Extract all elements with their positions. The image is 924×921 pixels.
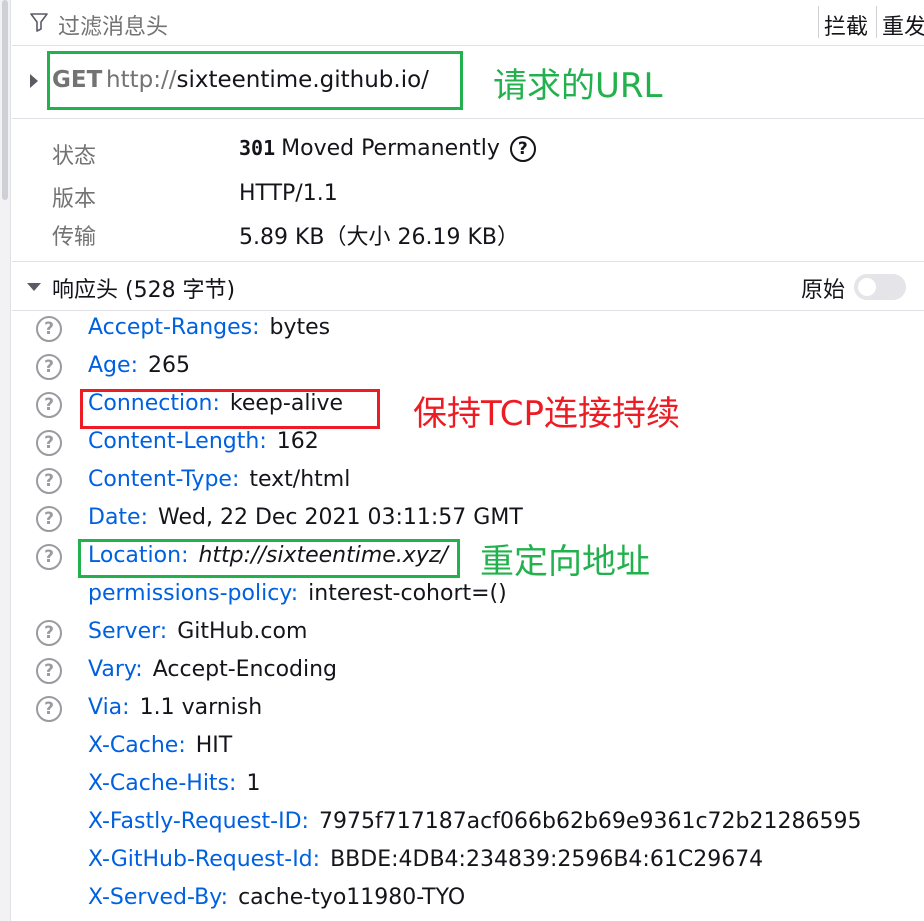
- help-icon[interactable]: ?: [36, 316, 62, 342]
- header-value: BBDE:4DB4:234839:2596B4:61C29674: [330, 847, 764, 872]
- connection-annotation-box: [80, 389, 380, 429]
- header-value: cache-tyo11980-TYO: [238, 885, 466, 910]
- header-name: X-Fastly-Request-ID: [88, 809, 302, 834]
- header-row: X-Fastly-Request-ID: 7975f717187acf066b62…: [88, 809, 862, 834]
- header-row: ? Server: GitHub.com: [12, 614, 924, 652]
- expand-arrow-icon[interactable]: [30, 74, 38, 88]
- resend-button[interactable]: 重发: [882, 9, 924, 41]
- url-annotation-label: 请求的URL: [493, 66, 663, 106]
- help-icon[interactable]: ?: [36, 544, 62, 570]
- status-value: 301 Moved Permanently?: [239, 136, 536, 162]
- header-row: ? Via: 1.1 varnish: [12, 690, 924, 728]
- status-block: 状态 301 Moved Permanently? 版本 HTTP/1.1 传输 …: [12, 119, 924, 262]
- collapse-arrow-icon[interactable]: [27, 283, 41, 291]
- header-value: Accept-Encoding: [152, 657, 338, 682]
- header-row: X-Served-By: cache-tyo11980-TYO: [88, 885, 466, 910]
- left-scrollbar[interactable]: [0, 0, 11, 921]
- header-value: 265: [147, 353, 190, 378]
- transfer-value: 5.89 KB（大小 26.19 KB）: [239, 225, 519, 250]
- filter-headers-input[interactable]: 过滤消息头: [58, 9, 168, 41]
- header-name: Vary: [88, 657, 136, 682]
- header-row: permissions-policy: interest-cohort=(): [88, 581, 507, 606]
- header-value: Wed, 22 Dec 2021 03:11:57 GMT: [158, 505, 523, 530]
- header-name: Accept-Ranges: [88, 315, 253, 340]
- help-icon[interactable]: ?: [36, 430, 62, 456]
- header-name: Content-Type: [88, 467, 232, 492]
- help-icon[interactable]: ?: [36, 354, 62, 380]
- header-row: X-Cache-Hits: 1: [88, 771, 261, 796]
- raw-label: 原始: [801, 278, 846, 303]
- toolbar-divider: [818, 6, 819, 38]
- status-text: Moved Permanently: [281, 136, 500, 161]
- header-row: X-GitHub-Request-Id: BBDE:4DB4:234839:259…: [88, 847, 764, 872]
- header-name: X-GitHub-Request-Id: [88, 847, 313, 872]
- help-icon[interactable]: ?: [36, 620, 62, 646]
- header-value: text/html: [249, 467, 351, 492]
- location-annotation-label: 重定向地址: [480, 542, 650, 582]
- response-headers-title: 响应头 (528 字节): [52, 278, 236, 303]
- left-scrollbar-thumb[interactable]: [2, 0, 8, 200]
- help-icon[interactable]: ?: [36, 658, 62, 684]
- transfer-label: 传输: [52, 225, 97, 250]
- header-value: HIT: [195, 733, 233, 758]
- filter-icon: [30, 13, 48, 32]
- help-icon[interactable]: ?: [36, 506, 62, 532]
- header-row: ? Accept-Ranges: bytes: [12, 310, 924, 348]
- header-name: X-Served-By: [88, 885, 221, 910]
- connection-annotation-label: 保持TCP连接持续: [413, 394, 681, 434]
- header-name: Date: [88, 505, 141, 530]
- url-annotation-box: [47, 51, 463, 110]
- location-annotation-box: [78, 539, 460, 578]
- help-icon[interactable]: ?: [36, 696, 62, 722]
- header-name: X-Cache-Hits: [88, 771, 230, 796]
- header-value: 1.1 varnish: [139, 695, 263, 720]
- block-button[interactable]: 拦截: [824, 9, 868, 41]
- header-value: GitHub.com: [177, 619, 308, 644]
- header-row: ? Age: 265: [12, 348, 924, 386]
- header-name: X-Cache: [88, 733, 179, 758]
- header-name: permissions-policy: [88, 581, 291, 606]
- header-value: 1: [246, 771, 261, 796]
- help-icon[interactable]: ?: [509, 136, 536, 162]
- header-name: Content-Length: [88, 429, 260, 454]
- header-name: Age: [88, 353, 131, 378]
- network-details-panel: 过滤消息头 拦截 重发 GET http://sixteentime.githu…: [12, 0, 924, 921]
- header-value: interest-cohort=(): [308, 581, 507, 606]
- toggle-knob: [858, 278, 876, 296]
- header-row: ? Date: Wed, 22 Dec 2021 03:11:57 GMT: [12, 500, 924, 538]
- header-row: X-Cache: HIT: [88, 733, 233, 758]
- header-row: ? Vary: Accept-Encoding: [12, 652, 924, 690]
- filter-bar: 过滤消息头 拦截 重发: [12, 0, 924, 46]
- help-icon[interactable]: ?: [36, 468, 62, 494]
- help-icon[interactable]: ?: [36, 392, 62, 418]
- status-code: 301: [239, 136, 276, 160]
- response-headers-section[interactable]: 响应头 (528 字节) 原始: [12, 263, 924, 311]
- header-value: 162: [276, 429, 319, 454]
- header-value: 7975f717187acf066b62b69e9361c72b21286595: [318, 809, 862, 834]
- header-value: bytes: [269, 315, 331, 340]
- raw-toggle-switch[interactable]: [854, 274, 906, 300]
- toolbar-divider: [876, 6, 877, 38]
- header-name: Server: [88, 619, 160, 644]
- header-name: Via: [88, 695, 123, 720]
- header-row: ? Content-Type: text/html: [12, 462, 924, 500]
- version-label: 版本: [52, 187, 97, 212]
- version-value: HTTP/1.1: [239, 181, 338, 206]
- status-label: 状态: [52, 144, 97, 169]
